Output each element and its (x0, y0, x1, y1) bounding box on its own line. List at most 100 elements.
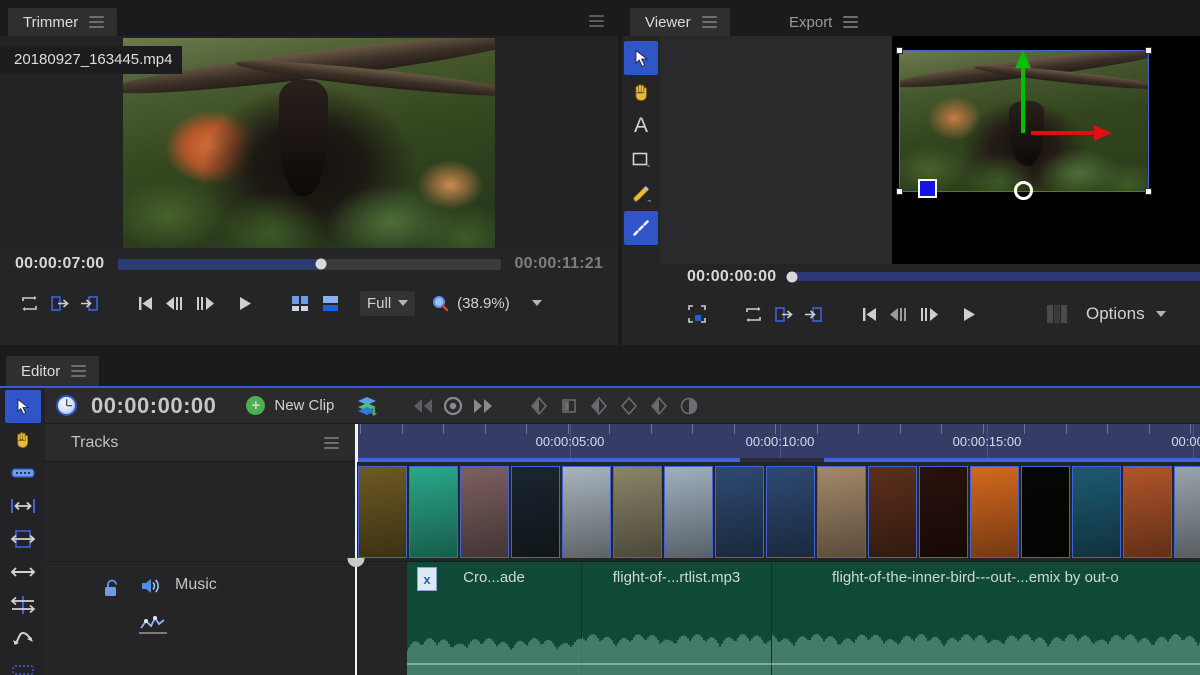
play-icon[interactable] (230, 288, 260, 318)
keyframe-half-icon[interactable] (674, 391, 704, 421)
audio-envelope-icon[interactable] (139, 614, 167, 636)
video-thumbnail[interactable] (409, 466, 458, 558)
export-tab-menu-icon[interactable] (843, 16, 859, 28)
unlock-icon[interactable] (102, 578, 124, 600)
loop-icon[interactable] (14, 288, 44, 318)
corner-pin-handle[interactable] (918, 179, 937, 198)
audio-clip[interactable]: Cro...ade x (407, 562, 582, 675)
skip-to-start-icon[interactable] (130, 288, 160, 318)
options-label[interactable]: Options (1086, 304, 1145, 324)
editor-hand-pan-icon[interactable] (5, 423, 41, 456)
slip-tool-icon[interactable] (5, 522, 41, 555)
viewer-mark-in-icon[interactable] (798, 299, 828, 329)
roll-tool-icon[interactable] (5, 588, 41, 621)
split-view-icon[interactable] (286, 288, 316, 318)
rectangle-tool-icon[interactable] (624, 143, 658, 177)
viewer-step-forward-icon[interactable] (914, 299, 944, 329)
speaker-icon[interactable] (140, 576, 162, 596)
step-forward-icon[interactable] (190, 288, 220, 318)
slide-tool-icon[interactable] (5, 555, 41, 588)
video-thumbnail[interactable] (715, 466, 764, 558)
audio-track-header[interactable]: Music (45, 562, 355, 675)
new-clip-button[interactable]: + New Clip (232, 396, 348, 415)
viewer-tab-menu-icon[interactable] (701, 16, 717, 28)
viewer-skip-to-start-icon[interactable] (854, 299, 884, 329)
audio-track-body[interactable]: Cro...ade x flight-of-...rtlist.mp3 flight-… (355, 562, 1200, 675)
viewer-scrub-knob[interactable] (786, 271, 798, 282)
keyframe-linear-icon[interactable] (524, 391, 554, 421)
options-chevron-down-icon[interactable] (1155, 311, 1166, 317)
video-thumbnail[interactable] (1174, 466, 1200, 558)
trimmer-scrub-knob[interactable] (315, 258, 327, 270)
trimmer-tab-menu-icon[interactable] (89, 16, 105, 28)
editor-tab-menu-icon[interactable] (71, 365, 87, 377)
transform-gizmo[interactable] (900, 48, 1150, 194)
timeline-playhead[interactable] (347, 462, 365, 675)
viewer-canvas[interactable] (660, 36, 1200, 264)
audio-clip[interactable]: flight-of-...rtlist.mp3 (582, 562, 772, 675)
keyframe-ease-out-icon[interactable] (644, 391, 674, 421)
mark-out-icon[interactable] (44, 288, 74, 318)
quality-select[interactable]: Full (360, 290, 416, 316)
viewer-loop-icon[interactable] (738, 299, 768, 329)
audio-clip[interactable]: flight-of-the-inner-bird---out-...emix b… (772, 562, 1200, 675)
razor-tool-icon[interactable] (5, 456, 41, 489)
video-thumbnail[interactable] (1072, 466, 1121, 558)
hand-pan-icon[interactable] (624, 75, 658, 109)
trimmer-scrubber[interactable] (118, 258, 501, 270)
keyframe-smooth-icon[interactable] (614, 391, 644, 421)
viewer-scrubber[interactable] (786, 271, 1200, 282)
viewer-step-back-icon[interactable] (884, 299, 914, 329)
mark-in-icon[interactable] (74, 288, 104, 318)
select-arrow-icon[interactable] (624, 41, 658, 75)
viewer-play-icon[interactable] (954, 299, 984, 329)
tracks-menu-icon[interactable] (324, 436, 339, 449)
trim-tool-icon[interactable] (5, 489, 41, 522)
single-view-icon[interactable] (316, 288, 346, 318)
playhead-ruler-line[interactable] (355, 424, 358, 462)
keyframe-ease-in-icon[interactable] (584, 391, 614, 421)
next-keyframe-icon[interactable] (468, 391, 498, 421)
step-back-icon[interactable] (160, 288, 190, 318)
video-thumbnail[interactable] (664, 466, 713, 558)
video-thumbnail[interactable] (460, 466, 509, 558)
trimmer-panel-menu-icon[interactable] (589, 15, 604, 27)
text-tool-icon[interactable]: A (624, 109, 658, 143)
pencil-tool-icon[interactable] (624, 177, 658, 211)
video-thumbnail[interactable] (1123, 466, 1172, 558)
line-tool-icon[interactable] (624, 211, 658, 245)
fit-to-frame-icon[interactable] (682, 299, 712, 329)
video-thumbnail[interactable] (766, 466, 815, 558)
video-track-header[interactable] (45, 462, 355, 562)
timeline-ruler[interactable]: 00:00:05:00 00:00:10:00 00:00:15:00 00:00:2 (355, 424, 1200, 462)
zoom-chevron-down-icon[interactable] (531, 300, 542, 306)
video-thumbnail[interactable] (817, 466, 866, 558)
tab-export[interactable]: Export (774, 8, 871, 36)
tab-viewer[interactable]: Viewer (630, 8, 730, 36)
playhead-time-cell[interactable]: 00:00:00:00 (45, 393, 232, 419)
video-thumbnail[interactable] (970, 466, 1019, 558)
video-thumbnail[interactable] (919, 466, 968, 558)
audio-clip-label: flight-of-the-inner-bird---out-...emix b… (832, 569, 1119, 586)
record-keyframe-icon[interactable] (438, 391, 468, 421)
video-thumbnail[interactable] (562, 466, 611, 558)
video-track-body[interactable] (355, 462, 1200, 562)
video-thumbnail[interactable] (358, 466, 407, 558)
video-thumbnail-strip[interactable] (358, 466, 1200, 558)
layers-icon[interactable] (352, 391, 382, 421)
video-thumbnail[interactable] (511, 466, 560, 558)
viewer-mark-out-icon[interactable] (768, 299, 798, 329)
tab-trimmer[interactable]: Trimmer (8, 8, 118, 36)
curve-tool-icon[interactable] (5, 621, 41, 654)
video-thumbnail[interactable] (613, 466, 662, 558)
keyframe-hold-icon[interactable] (554, 391, 584, 421)
tab-editor[interactable]: Editor (6, 356, 100, 386)
magnifier-icon[interactable] (425, 288, 455, 318)
columns-layout-icon[interactable] (1042, 299, 1072, 329)
video-thumbnail[interactable] (868, 466, 917, 558)
gizmo-anchor-icon[interactable] (1014, 181, 1033, 200)
marker-tool-icon[interactable] (5, 654, 41, 675)
editor-select-arrow-icon[interactable] (4, 390, 41, 423)
prev-keyframe-icon[interactable] (408, 391, 438, 421)
video-thumbnail[interactable] (1021, 466, 1070, 558)
